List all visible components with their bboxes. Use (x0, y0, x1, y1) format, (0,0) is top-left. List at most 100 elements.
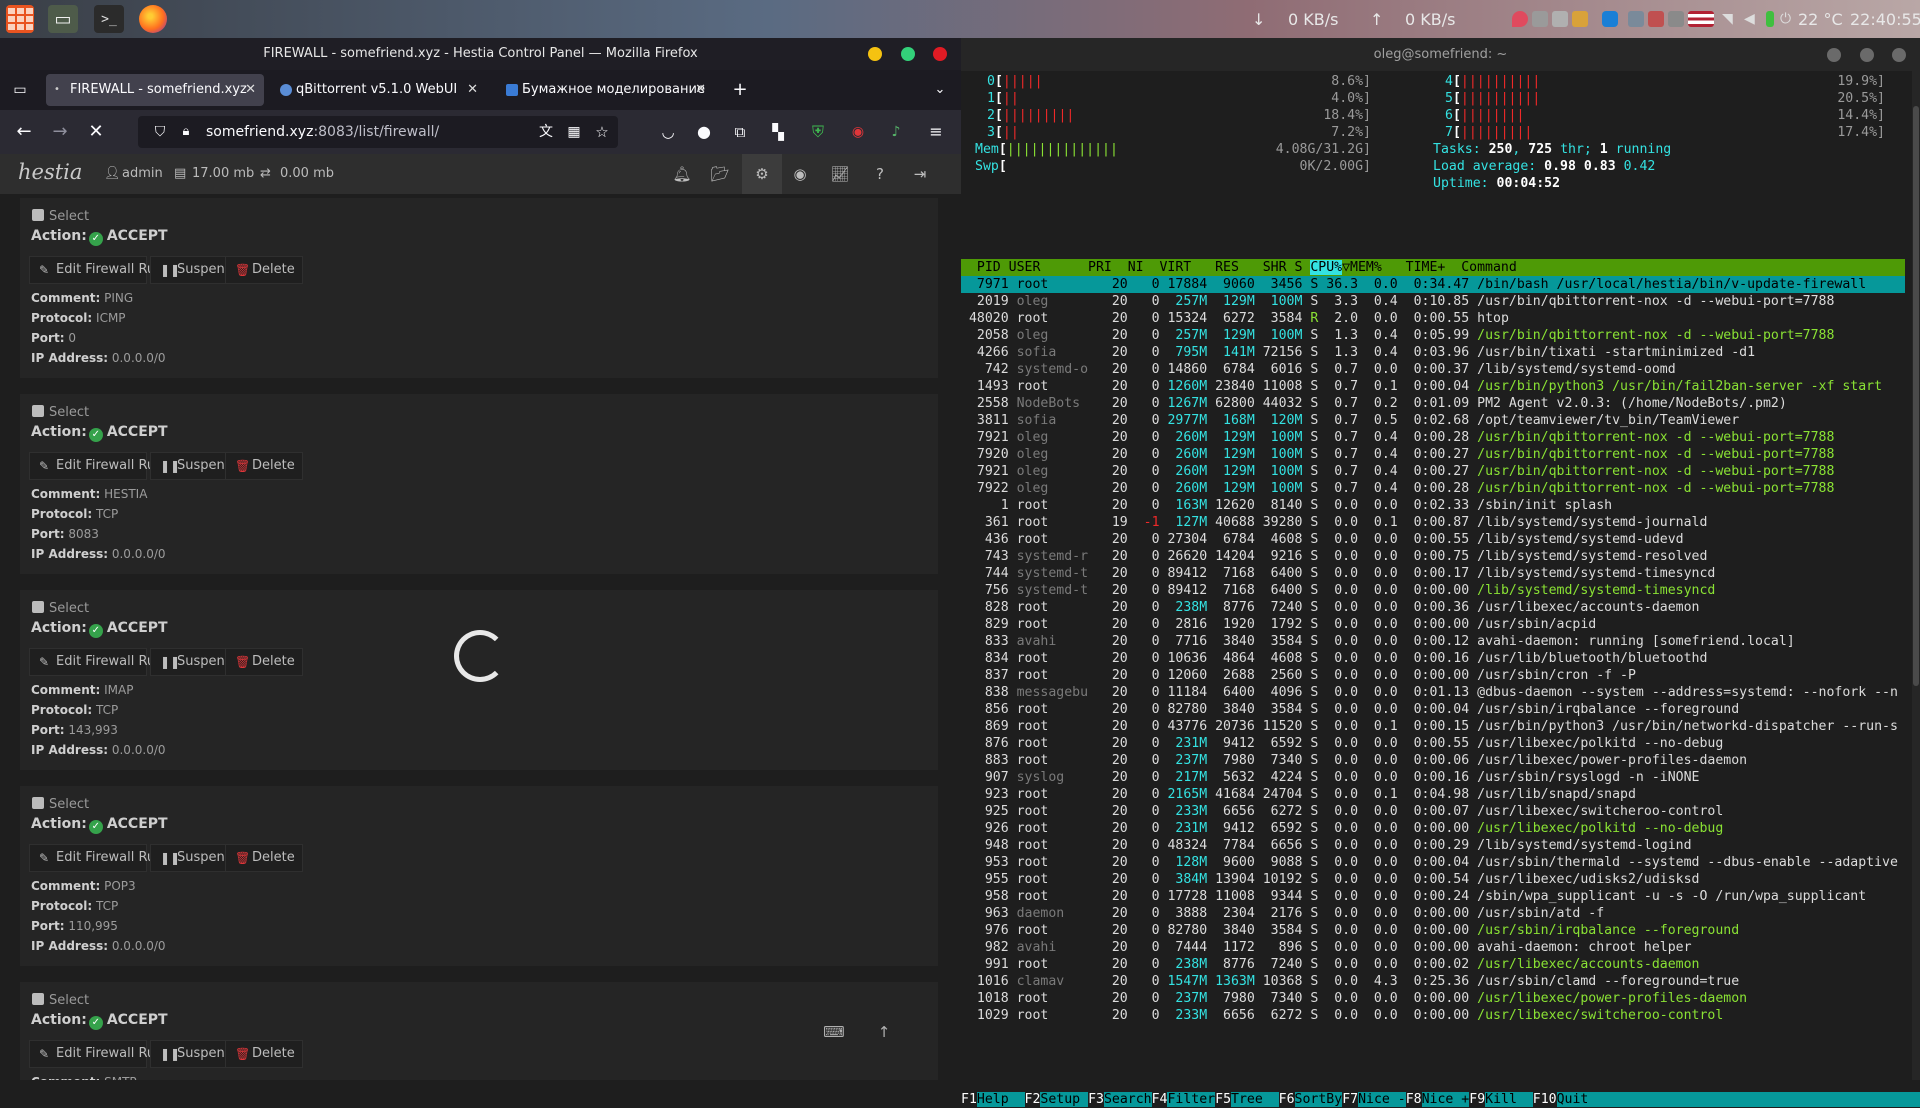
edit-firewall-rule-button[interactable]: ✎ Edit Firewall Rule (29, 256, 167, 284)
keyboard-layout-icon[interactable] (1552, 11, 1568, 27)
terminal-maximize-button[interactable] (1860, 48, 1874, 62)
suspend-button[interactable]: ❚❚ Suspend (150, 648, 234, 676)
process-row[interactable]: 4266 sofia 20 0 795M 141M 72156 S 1.3 0.… (961, 344, 1905, 361)
extension-grid-icon[interactable]: ▚ (766, 120, 790, 144)
process-row[interactable]: 907 syslog 20 0 217M 5632 4224 S 0.0 0.0… (961, 769, 1905, 786)
fkey-f9[interactable]: F9Kill (1469, 1092, 1533, 1107)
close-tab-icon[interactable]: ✕ (695, 74, 706, 106)
scroll-to-top-icon[interactable]: ↑ (870, 1018, 898, 1046)
process-row[interactable]: 1029 root 20 0 233M 6656 6272 S 0.0 0.0 … (961, 1007, 1905, 1024)
process-row[interactable]: 834 root 20 0 10636 4864 4608 S 0.0 0.0 … (961, 650, 1905, 667)
process-row[interactable]: 963 daemon 20 0 3888 2304 2176 S 0.0 0.0… (961, 905, 1905, 922)
fkey-f6[interactable]: F6SortBy (1279, 1092, 1343, 1107)
select-checkbox[interactable]: Select (32, 993, 89, 1008)
app-grid-icon[interactable] (6, 5, 34, 33)
list-tabs-button[interactable]: ⌄ (928, 78, 952, 102)
process-row[interactable]: 982 avahi 20 0 7444 1172 896 S 0.0 0.0 0… (961, 939, 1905, 956)
checkbox-icon[interactable] (32, 993, 44, 1005)
process-row[interactable]: 958 root 20 0 17728 11008 9344 S 0.0 0.0… (961, 888, 1905, 905)
checkbox-icon[interactable] (32, 209, 44, 221)
lock-icon[interactable]: 🔒︎ (174, 120, 198, 144)
location-icon[interactable] (1512, 11, 1528, 27)
process-row[interactable]: 7920 oleg 20 0 260M 129M 100M S 0.7 0.4 … (961, 446, 1905, 463)
process-row[interactable]: 756 systemd-t 20 0 89412 7168 6400 S 0.0… (961, 582, 1905, 599)
htop-screen[interactable]: 0[||||| 8.6%] 1[|| 4.0%] 2[||||||||| 18.4%] 3[… (961, 71, 1920, 1107)
delete-button[interactable]: 🗑︎ Delete (225, 648, 303, 676)
select-checkbox[interactable]: Select (32, 209, 89, 224)
tab-firewall[interactable]: • FIREWALL - somefriend.xyz ✕ (46, 74, 264, 106)
process-row[interactable]: 744 systemd-t 20 0 89412 7168 6400 S 0.0… (961, 565, 1905, 582)
extension-circle-icon[interactable]: ● (692, 120, 716, 144)
process-row[interactable]: 1016 clamav 20 0 1547M 1363M 10368 S 0.0… (961, 973, 1905, 990)
delete-button[interactable]: 🗑︎ Delete (225, 1040, 303, 1068)
tab-paper-modeling[interactable]: Бумажное моделирование ✕ (498, 74, 714, 106)
fkey-f5[interactable]: F5Tree (1215, 1092, 1279, 1107)
fkey-f1[interactable]: F1Help (961, 1092, 1025, 1107)
edit-firewall-rule-button[interactable]: ✎ Edit Firewall Rule (29, 452, 167, 480)
tray-app-icon-2[interactable] (1572, 11, 1588, 27)
pocket-icon[interactable]: ◡ (656, 120, 680, 144)
terminal-app-icon[interactable]: >_ (94, 5, 124, 33)
edit-firewall-rule-button[interactable]: ✎ Edit Firewall Rule (29, 648, 167, 676)
process-row[interactable]: 3811 sofia 20 0 2977M 168M 120M S 0.7 0.… (961, 412, 1905, 429)
process-row[interactable]: 869 root 20 0 43776 20736 11520 S 0.0 0.… (961, 718, 1905, 735)
maximize-button[interactable] (901, 47, 915, 61)
process-row[interactable]: 1493 root 20 0 1260M 23840 11008 S 0.7 0… (961, 378, 1905, 395)
process-row[interactable]: 361 root 19 -1 127M 40688 39280 S 0.0 0.… (961, 514, 1905, 531)
stop-loading-button[interactable]: ✕ (84, 120, 108, 144)
checkbox-icon[interactable] (32, 601, 44, 613)
process-row[interactable]: 7971 root 20 0 17884 9060 3456 S 36.3 0.… (961, 276, 1905, 293)
volume-icon[interactable]: ◀ (1744, 11, 1760, 27)
process-row[interactable]: 2058 oleg 20 0 257M 129M 100M S 1.3 0.4 … (961, 327, 1905, 344)
suspend-button[interactable]: ❚❚ Suspend (150, 844, 234, 872)
fkey-f10[interactable]: F10Quit (1533, 1092, 1605, 1107)
process-row[interactable]: 926 root 20 0 231M 9412 6592 S 0.0 0.0 0… (961, 820, 1905, 837)
username[interactable]: admin (122, 166, 163, 181)
qr-code-icon[interactable]: ▦ (562, 120, 586, 144)
record-icon[interactable]: ◉ (846, 120, 870, 144)
keyboard-shortcuts-icon[interactable]: ⌨ (820, 1018, 848, 1046)
process-row[interactable]: 7922 oleg 20 0 260M 129M 100M S 0.7 0.4 … (961, 480, 1905, 497)
delete-button[interactable]: 🗑︎ Delete (225, 452, 303, 480)
select-checkbox[interactable]: Select (32, 797, 89, 812)
battery-icon[interactable] (1766, 11, 1774, 27)
help-icon[interactable]: ? (870, 164, 890, 184)
close-tab-icon[interactable]: ✕ (245, 74, 256, 106)
process-table-header[interactable]: PID USER PRI NI VIRT RES SHR S CPU%▽MEM%… (961, 259, 1905, 276)
tray-app-icon[interactable] (1532, 11, 1548, 27)
teamviewer-icon[interactable] (1602, 11, 1618, 27)
select-checkbox[interactable]: Select (32, 405, 89, 420)
back-button[interactable]: ← (12, 120, 36, 144)
delete-button[interactable]: 🗑︎ Delete (225, 256, 303, 284)
terminal-close-button[interactable] (1892, 48, 1906, 62)
process-row[interactable]: 828 root 20 0 238M 8776 7240 S 0.0 0.0 0… (961, 599, 1905, 616)
bluetooth-icon[interactable] (1628, 11, 1644, 27)
suspend-button[interactable]: ❚❚ Suspend (150, 1040, 234, 1068)
process-row[interactable]: 991 root 20 0 238M 8776 7240 S 0.0 0.0 0… (961, 956, 1905, 973)
minimize-button[interactable] (868, 47, 882, 61)
process-row[interactable]: 953 root 20 0 128M 9600 9088 S 0.0 0.0 0… (961, 854, 1905, 871)
firefox-titlebar[interactable]: FIREWALL - somefriend.xyz - Hestia Contr… (0, 38, 961, 70)
terminal-minimize-button[interactable] (1827, 48, 1841, 62)
hestia-logo[interactable]: hestia (18, 160, 82, 184)
process-row[interactable]: 948 root 20 0 48324 7784 6656 S 0.0 0.0 … (961, 837, 1905, 854)
process-row[interactable]: 923 root 20 0 2165M 41684 24704 S 0.0 0.… (961, 786, 1905, 803)
terminal-scrollbar[interactable] (1912, 71, 1920, 1080)
process-row[interactable]: 925 root 20 0 233M 6656 6272 S 0.0 0.0 0… (961, 803, 1905, 820)
fkey-f7[interactable]: F7Nice - (1342, 1092, 1406, 1107)
fkey-f8[interactable]: F8Nice + (1406, 1092, 1470, 1107)
us-flag-icon[interactable] (1688, 11, 1714, 27)
process-row[interactable]: 883 root 20 0 237M 7980 7340 S 0.0 0.0 0… (961, 752, 1905, 769)
firefox-view-icon[interactable]: ▭ (8, 78, 32, 102)
process-row[interactable]: 743 systemd-r 20 0 26620 14204 9216 S 0.… (961, 548, 1905, 565)
process-row[interactable]: 2019 oleg 20 0 257M 129M 100M S 3.3 0.4 … (961, 293, 1905, 310)
process-row[interactable]: 976 root 20 0 82780 3840 3584 S 0.0 0.0 … (961, 922, 1905, 939)
fkey-f4[interactable]: F4Filter (1152, 1092, 1216, 1107)
new-tab-button[interactable]: + (728, 78, 752, 102)
edit-firewall-rule-button[interactable]: ✎ Edit Firewall Rule (29, 844, 167, 872)
close-tab-icon[interactable]: ✕ (467, 74, 478, 106)
fkey-f2[interactable]: F2Setup (1025, 1092, 1089, 1107)
url-bar[interactable]: ⛉ 🔒︎ somefriend.xyz:8083/list/firewall/ … (138, 116, 618, 148)
bookmark-star-icon[interactable]: ☆ (590, 120, 614, 144)
forward-button[interactable]: → (48, 120, 72, 144)
